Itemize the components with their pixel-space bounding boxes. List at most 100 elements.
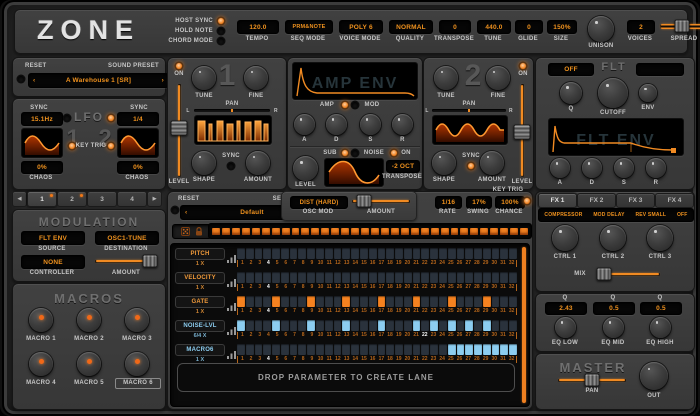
step-cell-2[interactable] xyxy=(246,296,254,307)
enable-step-10[interactable] xyxy=(301,228,309,235)
step-cell-28[interactable] xyxy=(474,320,482,331)
step-cell-17[interactable] xyxy=(378,248,386,259)
mod-tab-prev-arrow[interactable]: ◀ xyxy=(12,191,27,207)
step-cell-18[interactable] xyxy=(386,344,394,355)
step-cell-7[interactable] xyxy=(290,320,298,331)
step-cell-20[interactable] xyxy=(404,320,412,331)
lane-name[interactable]: PITCH xyxy=(175,248,225,260)
osc2-sync-led[interactable] xyxy=(468,163,474,169)
step-cell-3[interactable] xyxy=(255,296,263,307)
step-cell-22[interactable] xyxy=(421,344,429,355)
mod-amount-handle[interactable] xyxy=(142,255,157,268)
step-cell-14[interactable] xyxy=(351,320,359,331)
filter-q-knob[interactable] xyxy=(560,82,582,104)
amp-decay-knob[interactable] xyxy=(326,114,347,135)
lfo2-rate-display[interactable]: 1/4 xyxy=(117,112,159,126)
osc1-amount-knob[interactable] xyxy=(246,151,270,175)
step-cell-16[interactable] xyxy=(369,344,377,355)
enable-step-27[interactable] xyxy=(470,228,478,235)
lane-mode-bars-icon[interactable] xyxy=(225,248,237,268)
lanes-scrollbar[interactable] xyxy=(522,247,526,403)
step-cell-24[interactable] xyxy=(439,272,447,283)
step-cell-9[interactable] xyxy=(307,248,315,259)
step-cell-13[interactable] xyxy=(342,296,350,307)
step-cell-6[interactable] xyxy=(281,248,289,259)
step-cell-12[interactable] xyxy=(334,296,342,307)
step-cell-20[interactable] xyxy=(404,248,412,259)
preset-reset-led[interactable] xyxy=(18,76,24,82)
step-cell-18[interactable] xyxy=(386,296,394,307)
filter-type-display[interactable]: OFF xyxy=(548,63,594,76)
step-cell-27[interactable] xyxy=(465,296,473,307)
enable-step-31[interactable] xyxy=(510,228,518,235)
tempo-display[interactable]: 120.0 xyxy=(237,20,279,34)
lane-multiplier[interactable]: 1 X xyxy=(175,260,225,268)
step-cell-15[interactable] xyxy=(360,344,368,355)
step-cell-23[interactable] xyxy=(430,344,438,355)
filter-env-knob[interactable] xyxy=(639,84,657,102)
seq-rate-display[interactable]: 1/16 xyxy=(435,196,462,209)
master-out-knob[interactable] xyxy=(640,362,668,390)
step-cell-15[interactable] xyxy=(360,320,368,331)
enable-step-15[interactable] xyxy=(351,228,359,235)
enable-step-24[interactable] xyxy=(441,228,449,235)
step-cell-25[interactable] xyxy=(448,248,456,259)
fx-tab-1[interactable]: FX 1 xyxy=(538,193,577,208)
osc1-waveform-display[interactable] xyxy=(194,115,272,145)
enable-step-5[interactable] xyxy=(252,228,260,235)
spread-handle[interactable] xyxy=(674,20,689,33)
step-cell-7[interactable] xyxy=(290,344,298,355)
mod-destination-display[interactable]: OSC1-TUNE xyxy=(95,231,159,245)
sub-waveform-display[interactable] xyxy=(324,158,384,187)
sound-preset-selector[interactable]: ‹ A Warehouse 1 [SR] › xyxy=(28,73,169,88)
step-cell-32[interactable] xyxy=(509,248,517,259)
mod-controller-display[interactable]: NONE xyxy=(21,255,85,269)
filter-cutoff-knob[interactable] xyxy=(598,78,628,108)
fx3-type-value[interactable]: REV SMALL xyxy=(635,212,666,218)
step-cell-14[interactable] xyxy=(351,272,359,283)
step-cell-12[interactable] xyxy=(334,248,342,259)
osc2-level-handle[interactable] xyxy=(514,125,531,140)
unison-knob[interactable] xyxy=(588,16,614,42)
step-cell-8[interactable] xyxy=(298,320,306,331)
step-cell-22[interactable] xyxy=(421,272,429,283)
step-cell-13[interactable] xyxy=(342,344,350,355)
sound-preset-value[interactable]: A Warehouse 1 [SR] xyxy=(66,77,131,84)
size-display[interactable]: 150% xyxy=(547,20,577,34)
step-cell-27[interactable] xyxy=(465,248,473,259)
step-cell-19[interactable] xyxy=(395,272,403,283)
step-cell-19[interactable] xyxy=(395,320,403,331)
step-cell-23[interactable] xyxy=(430,320,438,331)
step-cell-28[interactable] xyxy=(474,344,482,355)
enable-step-26[interactable] xyxy=(460,228,468,235)
step-cell-9[interactable] xyxy=(307,296,315,307)
osc2-shape-knob[interactable] xyxy=(432,151,456,175)
step-cell-8[interactable] xyxy=(298,248,306,259)
enable-step-21[interactable] xyxy=(411,228,419,235)
step-cell-11[interactable] xyxy=(325,296,333,307)
step-cell-6[interactable] xyxy=(281,272,289,283)
step-cell-32[interactable] xyxy=(509,320,517,331)
step-cell-10[interactable] xyxy=(316,248,324,259)
step-cell-15[interactable] xyxy=(360,296,368,307)
mod-tab-next-arrow[interactable]: ▶ xyxy=(147,191,162,207)
lane-name[interactable]: NOISE-LVL xyxy=(175,320,225,332)
step-cell-7[interactable] xyxy=(290,296,298,307)
step-cell-24[interactable] xyxy=(439,248,447,259)
noise-led[interactable] xyxy=(352,150,358,156)
enable-step-3[interactable] xyxy=(232,228,240,235)
step-cell-10[interactable] xyxy=(316,296,324,307)
macro-1-knob[interactable] xyxy=(29,308,53,332)
osc1-level-slider[interactable] xyxy=(172,84,186,177)
fx-mix-handle[interactable] xyxy=(597,268,612,281)
step-cell-3[interactable] xyxy=(255,272,263,283)
fx-tab-3[interactable]: FX 3 xyxy=(616,193,655,208)
osc2-on-led[interactable] xyxy=(520,63,526,69)
lfo2-chaos-display[interactable]: 0% xyxy=(117,161,159,174)
mod-tab-4[interactable]: 4 xyxy=(117,191,147,207)
step-cell-32[interactable] xyxy=(509,272,517,283)
seq-mode-display[interactable]: PRM&NOTE xyxy=(285,20,333,34)
filter-release-knob[interactable] xyxy=(646,158,666,178)
step-cell-16[interactable] xyxy=(369,320,377,331)
enable-step-12[interactable] xyxy=(321,228,329,235)
